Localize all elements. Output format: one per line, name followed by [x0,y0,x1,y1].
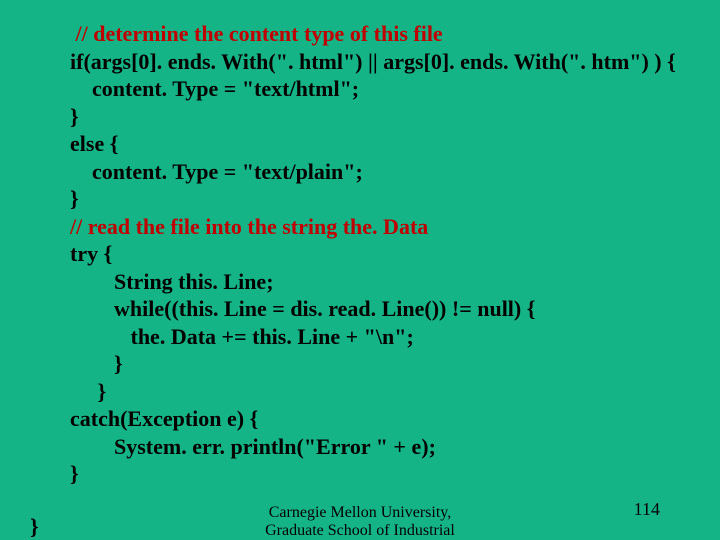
code-line: // read the file into the string the. Da… [70,213,700,241]
code-line: String this. Line; [70,268,700,296]
code-line: content. Type = "text/plain"; [70,158,700,186]
code-line: if(args[0]. ends. With(". html") || args… [70,48,700,76]
code-line: } [70,350,700,378]
code-line: else { [70,130,700,158]
footer: Carnegie Mellon University, Graduate Sch… [0,504,720,540]
code-line: } [70,185,700,213]
code-line: try { [70,240,700,268]
code-line: } [70,460,700,488]
code-line: content. Type = "text/html"; [70,75,700,103]
code-line: System. err. println("Error " + e); [70,433,700,461]
footer-line: Graduate School of Industrial [0,522,720,540]
page-number: 114 [634,499,660,520]
code-line: while((this. Line = dis. read. Line()) !… [70,295,700,323]
code-block: // determine the content type of this fi… [70,20,700,488]
footer-line: Carnegie Mellon University, [0,504,720,522]
code-line: the. Data += this. Line + "\n"; [70,323,700,351]
code-line: catch(Exception e) { [70,405,700,433]
code-line: // determine the content type of this fi… [70,20,700,48]
code-line: } [70,103,700,131]
code-line: } [70,378,700,406]
